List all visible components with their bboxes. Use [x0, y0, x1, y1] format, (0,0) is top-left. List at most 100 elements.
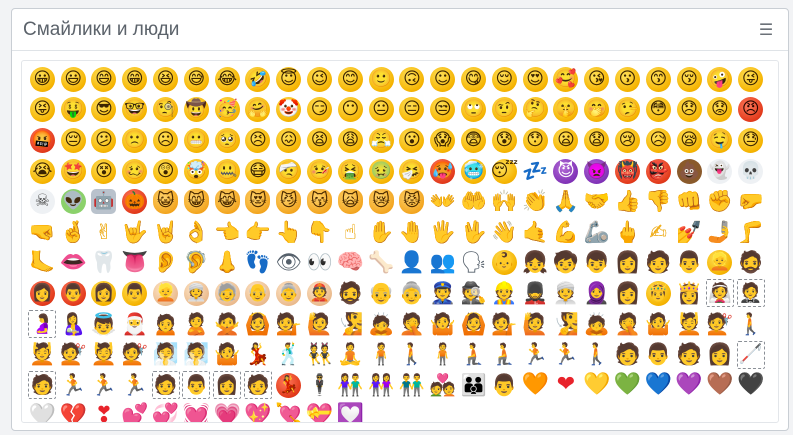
emoji-cell[interactable]: 🤴: [643, 278, 674, 309]
emoji-cell[interactable]: 💆: [27, 339, 58, 370]
emoji-cell[interactable]: 🚶: [735, 309, 766, 340]
emoji-cell[interactable]: 💩: [674, 156, 705, 187]
emoji-cell[interactable]: 👨: [119, 278, 150, 309]
emoji-cell[interactable]: 🥳: [212, 95, 243, 126]
emoji-cell[interactable]: 🧑: [674, 339, 705, 370]
emoji-cell[interactable]: 🥶: [458, 156, 489, 187]
emoji-cell[interactable]: 👫: [335, 370, 366, 401]
emoji-cell[interactable]: 👩: [212, 370, 243, 401]
emoji-cell[interactable]: ☠: [27, 186, 58, 217]
emoji-cell[interactable]: 👴: [243, 278, 274, 309]
hamburger-menu-icon[interactable]: ☰: [754, 18, 778, 42]
emoji-cell[interactable]: 🙋: [520, 309, 551, 340]
emoji-cell[interactable]: 💪: [551, 217, 582, 248]
emoji-cell[interactable]: 🧘: [335, 339, 366, 370]
emoji-cell[interactable]: 😋: [458, 64, 489, 95]
emoji-cell[interactable]: 🙏: [551, 186, 582, 217]
emoji-cell[interactable]: 😤: [366, 125, 397, 156]
emoji-cell[interactable]: 😝: [27, 95, 58, 126]
emoji-cell[interactable]: 👆: [273, 217, 304, 248]
emoji-cell[interactable]: 🙎: [181, 309, 212, 340]
emoji-cell[interactable]: ✌: [89, 217, 120, 248]
emoji-cell[interactable]: 😥: [643, 125, 674, 156]
emoji-cell[interactable]: 🤣: [243, 64, 274, 95]
emoji-cell[interactable]: 😚: [674, 64, 705, 95]
emoji-cell[interactable]: 😜: [735, 64, 766, 95]
emoji-cell[interactable]: 🤢: [366, 156, 397, 187]
emoji-cell[interactable]: 🤓: [119, 95, 150, 126]
emoji-cell[interactable]: 🤤: [705, 125, 736, 156]
emoji-cell[interactable]: 🧑: [150, 370, 181, 401]
emoji-cell[interactable]: 🎅: [119, 309, 150, 340]
emoji-cell[interactable]: 👷: [489, 278, 520, 309]
emoji-cell[interactable]: 🤯: [181, 156, 212, 187]
emoji-cell[interactable]: 🤜: [27, 217, 58, 248]
emoji-cell[interactable]: 👱: [150, 278, 181, 309]
emoji-cell[interactable]: 🙌: [489, 186, 520, 217]
emoji-cell[interactable]: 🖖: [458, 217, 489, 248]
emoji-cell[interactable]: 🤝: [581, 186, 612, 217]
emoji-cell[interactable]: ✊: [705, 186, 736, 217]
emoji-cell[interactable]: 💑: [427, 370, 458, 401]
emoji-cell[interactable]: 💂: [520, 278, 551, 309]
emoji-cell[interactable]: 👯: [304, 339, 335, 370]
emoji-cell[interactable]: 💃: [273, 370, 304, 401]
emoji-cell[interactable]: 😣: [243, 125, 274, 156]
emoji-cell[interactable]: 💚: [612, 370, 643, 401]
emoji-cell[interactable]: 😈: [551, 156, 582, 187]
emoji-cell[interactable]: 😫: [304, 125, 335, 156]
emoji-cell[interactable]: 👈: [212, 217, 243, 248]
emoji-cell[interactable]: 🙆: [243, 309, 274, 340]
emoji-cell[interactable]: 🤛: [735, 186, 766, 217]
emoji-cell[interactable]: 👨: [489, 370, 520, 401]
emoji-cell[interactable]: 😇: [273, 64, 304, 95]
emoji-cell[interactable]: 😠: [735, 95, 766, 126]
emoji-cell[interactable]: 🖐: [427, 217, 458, 248]
emoji-cell[interactable]: 🤰: [27, 309, 58, 340]
emoji-cell[interactable]: 👋: [489, 217, 520, 248]
emoji-cell[interactable]: 💘: [273, 401, 304, 422]
emoji-cell[interactable]: 🤖: [89, 186, 120, 217]
emoji-cell[interactable]: 👿: [581, 156, 612, 187]
emoji-cell[interactable]: 🦵: [735, 217, 766, 248]
emoji-cell[interactable]: 🚶: [581, 339, 612, 370]
emoji-cell[interactable]: 🦯: [735, 339, 766, 370]
emoji-cell[interactable]: 🥺: [212, 125, 243, 156]
emoji-cell[interactable]: ☹: [150, 125, 181, 156]
emoji-cell[interactable]: 😭: [27, 156, 58, 187]
emoji-cell[interactable]: 🤷: [427, 309, 458, 340]
emoji-cell[interactable]: 🕵: [458, 278, 489, 309]
emoji-cell[interactable]: 👇: [304, 217, 335, 248]
emoji-cell[interactable]: 🤐: [212, 156, 243, 187]
emoji-cell[interactable]: 🤦: [397, 309, 428, 340]
emoji-cell[interactable]: 👸: [674, 278, 705, 309]
emoji-cell[interactable]: 😲: [150, 156, 181, 187]
emoji-cell[interactable]: 💁: [489, 309, 520, 340]
emoji-cell[interactable]: 😕: [89, 125, 120, 156]
emoji-cell[interactable]: 🤱: [58, 309, 89, 340]
emoji-cell[interactable]: 😿: [366, 186, 397, 217]
emoji-cell[interactable]: 🙃: [397, 64, 428, 95]
emoji-cell[interactable]: 👼: [89, 309, 120, 340]
emoji-cell[interactable]: 😓: [735, 125, 766, 156]
emoji-cell[interactable]: 🧏: [335, 309, 366, 340]
emoji-cell[interactable]: 👅: [119, 248, 150, 279]
emoji-cell[interactable]: 💆: [89, 339, 120, 370]
emoji-cell[interactable]: 💝: [304, 401, 335, 422]
emoji-cell[interactable]: 😯: [520, 125, 551, 156]
emoji-cell[interactable]: 🎃: [119, 186, 150, 217]
emoji-cell[interactable]: 🥵: [427, 156, 458, 187]
emoji-cell[interactable]: 😮: [397, 125, 428, 156]
emoji-cell[interactable]: 💀: [735, 156, 766, 187]
emoji-cell[interactable]: 😂: [212, 64, 243, 95]
emoji-cell[interactable]: 😩: [335, 125, 366, 156]
emoji-cell[interactable]: 💁: [273, 309, 304, 340]
emoji-cell[interactable]: 😺: [150, 186, 181, 217]
emoji-cell[interactable]: 🤞: [58, 217, 89, 248]
emoji-cell[interactable]: 🤭: [581, 95, 612, 126]
emoji-cell[interactable]: 👩: [89, 278, 120, 309]
emoji-cell[interactable]: ☺: [427, 64, 458, 95]
emoji-cell[interactable]: 😐: [366, 95, 397, 126]
emoji-cell[interactable]: 😔: [58, 125, 89, 156]
emoji-cell[interactable]: 🧑: [243, 370, 274, 401]
